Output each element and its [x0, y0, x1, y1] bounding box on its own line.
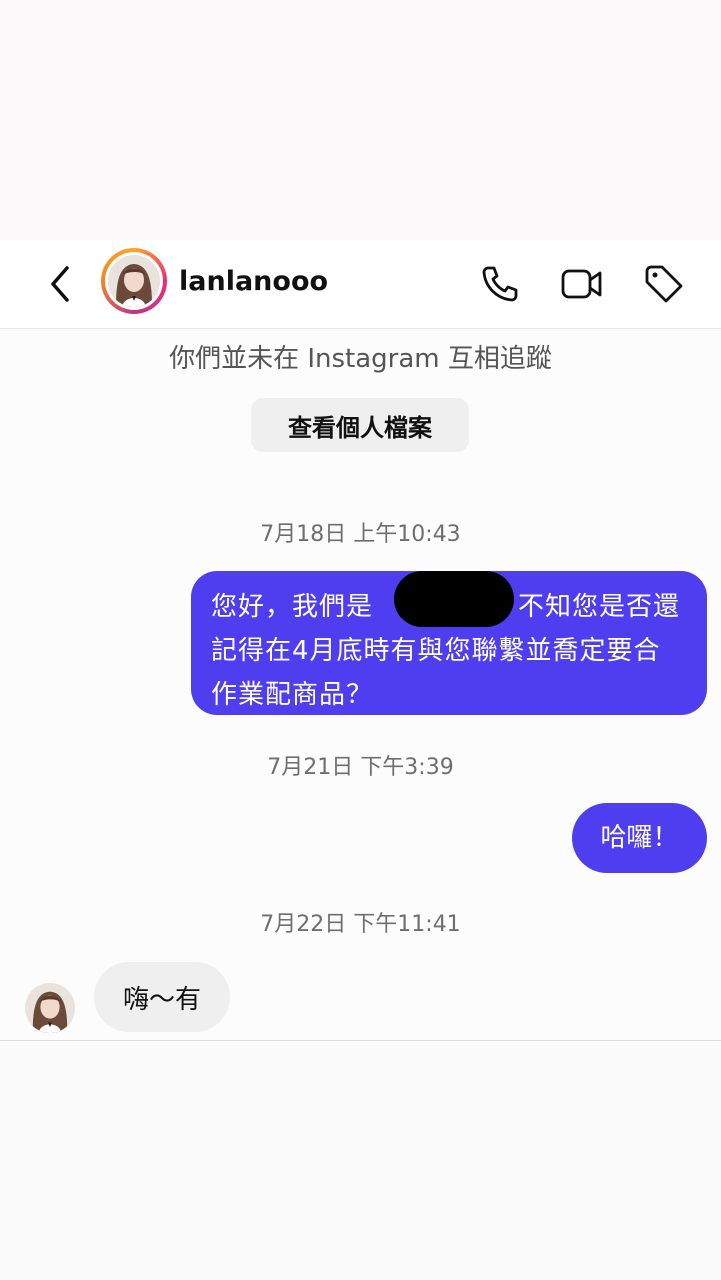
message-text: 您好，我們是 — [211, 592, 374, 622]
voice-call-button[interactable] — [478, 262, 522, 306]
message-timestamp: 7月18日 上午10:43 — [260, 522, 461, 547]
video-icon — [561, 269, 602, 299]
chat-header: lanlanooo — [0, 240, 721, 329]
top-blank-area — [0, 0, 721, 240]
outgoing-message[interactable]: 您好，我們是 ，不知您是否還記得在4月底時有與您聯繫並喬定要合作業配商品？ — [191, 571, 707, 715]
redaction-mark — [394, 571, 514, 627]
message-text: 哈囉！ — [600, 823, 679, 853]
message-timestamp: 7月21日 下午3:39 — [267, 755, 454, 780]
back-chevron-icon — [51, 266, 69, 302]
sender-avatar[interactable] — [25, 983, 75, 1033]
avatar-photo — [108, 255, 160, 307]
follow-status-note: 你們並未在 Instagram 互相追蹤 — [169, 344, 552, 374]
outgoing-message[interactable]: 哈囉！ — [572, 803, 707, 873]
tag-icon — [645, 265, 683, 303]
tag-button[interactable] — [642, 262, 686, 306]
video-call-button[interactable] — [560, 262, 604, 306]
chat-username[interactable]: lanlanooo — [179, 266, 328, 297]
incoming-message[interactable]: 嗨～有 — [94, 962, 230, 1032]
profile-avatar[interactable] — [101, 248, 167, 314]
back-button[interactable] — [40, 262, 80, 306]
view-profile-button[interactable]: 查看個人檔案 — [251, 398, 469, 452]
phone-icon — [482, 266, 518, 302]
message-timestamp: 7月22日 下午11:41 — [260, 912, 461, 937]
message-text: 嗨～有 — [122, 984, 201, 1015]
bottom-blank-area — [0, 1041, 721, 1280]
